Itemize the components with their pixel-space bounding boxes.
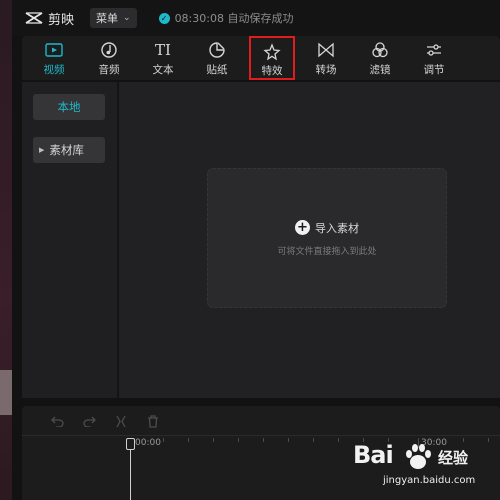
tick xyxy=(213,438,214,442)
import-drop-zone[interactable]: + 导入素材 可将文件直接拖入到此处 xyxy=(207,168,447,308)
transition-icon xyxy=(316,40,336,60)
drop-hint: 可将文件直接拖入到此处 xyxy=(277,246,377,257)
tab-audio-label: 音频 xyxy=(98,64,120,76)
menu-button[interactable]: 菜单 ⌄ xyxy=(90,8,137,28)
capcut-logo-icon xyxy=(25,12,43,24)
media-content-area: + 导入素材 可将文件直接拖入到此处 xyxy=(119,82,500,398)
check-icon: ✓ xyxy=(158,12,170,24)
tab-text-label: 文本 xyxy=(152,64,174,76)
tab-video-label: 视频 xyxy=(43,64,65,76)
tab-effects[interactable]: 特效 xyxy=(249,36,295,80)
text-icon: TI xyxy=(155,41,171,59)
app-name: 剪映 xyxy=(48,12,75,28)
playhead-handle[interactable] xyxy=(126,438,135,450)
media-sidebar: 本地 ▶ 素材库 xyxy=(22,82,118,398)
filter-icon xyxy=(370,40,390,60)
tab-adjust[interactable]: 调节 xyxy=(411,36,457,80)
caret-right-icon: ▶ xyxy=(39,146,45,154)
tab-transition[interactable]: 转场 xyxy=(303,36,349,80)
tick xyxy=(313,438,314,442)
menu-button-label: 菜单 xyxy=(96,12,119,25)
tick xyxy=(238,438,239,442)
tick xyxy=(288,438,289,442)
app-logo: 剪映 xyxy=(24,9,74,28)
tab-transition-label: 转场 xyxy=(315,64,337,76)
tab-filter-label: 滤镜 xyxy=(369,64,391,76)
effects-icon xyxy=(262,42,282,61)
tab-filter[interactable]: 滤镜 xyxy=(357,36,403,80)
desktop-background-light xyxy=(0,370,12,415)
asset-toolbar: 视频 音频 TI 文本 贴纸 特效 转场 滤镜 调节 xyxy=(22,36,500,80)
chevron-down-icon: ⌄ xyxy=(123,13,131,23)
sticker-icon xyxy=(207,40,227,60)
tab-sticker-label: 贴纸 xyxy=(206,64,228,76)
timeline-toolbar xyxy=(22,406,500,436)
import-label: 导入素材 xyxy=(315,221,359,235)
watermark-url: jingyan.baidu.com xyxy=(383,475,476,486)
adjust-icon xyxy=(424,40,444,60)
sidebar-item-library-label: 素材库 xyxy=(49,143,84,157)
tab-text[interactable]: TI 文本 xyxy=(140,36,186,80)
tick xyxy=(163,438,164,442)
autosave-status-text: 08:30:08 自动保存成功 xyxy=(174,12,294,25)
import-button[interactable]: + 导入素材 xyxy=(295,220,359,236)
undo-icon[interactable] xyxy=(50,414,64,428)
tick xyxy=(188,438,189,442)
tab-adjust-label: 调节 xyxy=(423,64,445,76)
video-icon xyxy=(44,40,64,60)
tick xyxy=(263,438,264,442)
tab-sticker[interactable]: 贴纸 xyxy=(194,36,240,80)
sidebar-item-library[interactable]: ▶ 素材库 xyxy=(33,137,105,163)
tick-label-start: 00:00 xyxy=(135,438,161,448)
delete-icon[interactable] xyxy=(146,414,160,428)
plus-icon: + xyxy=(295,220,310,235)
watermark-brand: Bai xyxy=(353,441,394,469)
tab-video[interactable]: 视频 xyxy=(31,36,77,80)
audio-icon xyxy=(99,40,119,60)
split-icon[interactable] xyxy=(114,414,128,428)
tab-effects-label: 特效 xyxy=(261,65,283,77)
paw-icon xyxy=(406,444,431,469)
redo-icon[interactable] xyxy=(82,414,96,428)
sidebar-item-local[interactable]: 本地 xyxy=(33,94,105,120)
tick xyxy=(338,438,339,442)
desktop-background xyxy=(0,0,12,500)
autosave-status: ✓ 08:30:08 自动保存成功 xyxy=(158,10,294,26)
tab-audio[interactable]: 音频 xyxy=(86,36,132,80)
watermark-brand-cn: 经验 xyxy=(438,449,469,467)
baidu-jingyan-watermark: Bai 经验 jingyan.baidu.com xyxy=(353,441,493,493)
title-bar: 剪映 菜单 ⌄ ✓ 08:30:08 自动保存成功 xyxy=(12,0,500,36)
